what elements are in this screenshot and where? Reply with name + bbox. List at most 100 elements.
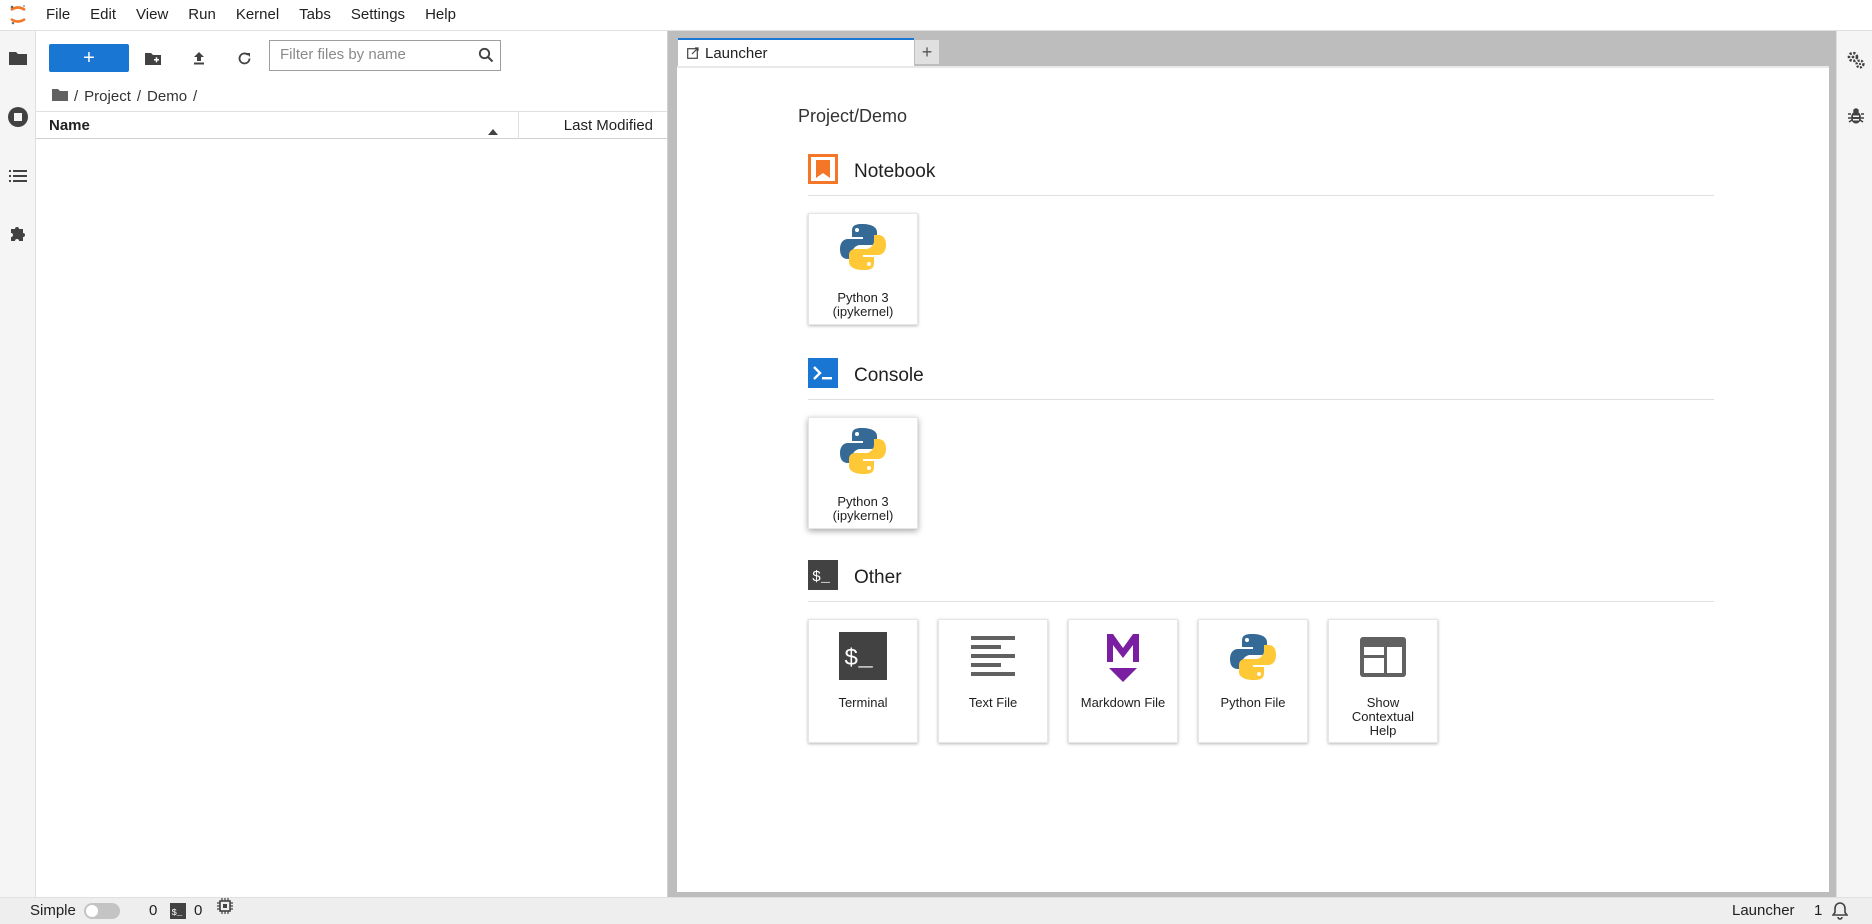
notifications-count: 1 bbox=[1814, 902, 1823, 919]
svg-text:$_: $_ bbox=[812, 569, 831, 586]
launcher-current-directory: Project/Demo bbox=[798, 106, 908, 126]
card-label-line2: (ipykernel) bbox=[832, 304, 894, 319]
debugger-icon[interactable] bbox=[1843, 103, 1869, 129]
root-folder-icon[interactable] bbox=[52, 88, 68, 105]
left-activity-bar bbox=[0, 31, 36, 897]
active-document-status: Launcher bbox=[1732, 898, 1795, 924]
refresh-icon[interactable] bbox=[231, 45, 257, 71]
launcher-card-notebook-python3[interactable]: Python 3 (ipykernel) bbox=[808, 213, 918, 325]
section-divider bbox=[808, 399, 1714, 400]
terminals-count: 0 bbox=[194, 902, 203, 919]
simple-mode-label: Simple bbox=[30, 902, 76, 919]
python-logo-icon bbox=[809, 426, 917, 476]
launcher-card-contextual-help[interactable]: Show Contextual Help bbox=[1328, 619, 1438, 743]
markdown-icon bbox=[1069, 632, 1177, 684]
card-label-line1: Python 3 bbox=[837, 494, 889, 509]
section-title-console: Console bbox=[854, 364, 924, 386]
tab-launcher-label: Launcher bbox=[705, 44, 768, 62]
cpu-icon[interactable] bbox=[217, 898, 233, 914]
table-of-contents-icon[interactable] bbox=[5, 163, 31, 189]
card-label-python-file: Python File bbox=[1220, 695, 1286, 710]
running-kernels-icon[interactable] bbox=[5, 104, 31, 130]
filter-files-input[interactable] bbox=[270, 41, 470, 68]
launcher-card-markdown-file[interactable]: Markdown File bbox=[1068, 619, 1178, 743]
terminal-status[interactable]: $_ 0 bbox=[170, 898, 202, 924]
upload-icon[interactable] bbox=[186, 45, 212, 71]
kernel-status[interactable]: 0 bbox=[149, 898, 157, 924]
launcher-card-text-file[interactable]: Text File bbox=[938, 619, 1048, 743]
svg-text:$_: $_ bbox=[844, 646, 873, 673]
status-bar: Simple 0 $_ 0 Launcher 1 bbox=[0, 897, 1872, 924]
card-label-line2: Contextual bbox=[1351, 709, 1415, 724]
card-label-line3: Help bbox=[1369, 723, 1397, 738]
console-section-icon bbox=[808, 358, 838, 393]
launcher-panel: Project/Demo Notebook Python 3 (ipykerne… bbox=[677, 66, 1829, 892]
search-icon bbox=[478, 47, 494, 68]
section-divider bbox=[808, 195, 1714, 196]
menu-file[interactable]: File bbox=[36, 0, 80, 30]
filter-files-field[interactable] bbox=[269, 40, 501, 71]
sort-ascending-icon[interactable] bbox=[488, 122, 498, 139]
breadcrumb-project[interactable]: Project bbox=[84, 88, 131, 105]
file-listing-header: Name Last Modified bbox=[36, 111, 667, 139]
contextual-help-icon bbox=[1329, 636, 1437, 678]
terminal-icon: $_ bbox=[809, 632, 917, 680]
card-label-line2: (ipykernel) bbox=[832, 508, 894, 523]
column-header-last-modified[interactable]: Last Modified bbox=[564, 112, 653, 139]
card-label-line1: Show bbox=[1366, 695, 1400, 710]
python-logo-icon bbox=[809, 222, 917, 272]
tab-launcher[interactable]: Launcher bbox=[678, 38, 914, 66]
section-console: Console bbox=[808, 358, 924, 393]
simple-mode-toggle[interactable] bbox=[83, 903, 120, 919]
card-label-text-file: Text File bbox=[968, 695, 1018, 710]
menu-edit[interactable]: Edit bbox=[80, 0, 126, 30]
section-notebook: Notebook bbox=[808, 154, 935, 189]
launcher-card-python-file[interactable]: Python File bbox=[1198, 619, 1308, 743]
folder-icon[interactable] bbox=[5, 45, 31, 71]
extensions-icon[interactable] bbox=[5, 221, 31, 247]
new-folder-icon[interactable] bbox=[140, 45, 166, 71]
launcher-icon bbox=[687, 47, 699, 59]
kernels-count: 0 bbox=[149, 902, 158, 919]
notifications-status[interactable]: 1 bbox=[1814, 898, 1849, 924]
jupyter-logo-icon bbox=[0, 0, 36, 30]
active-document-label: Launcher bbox=[1732, 902, 1795, 919]
menu-bar: File Edit View Run Kernel Tabs Settings … bbox=[0, 0, 1872, 31]
file-browser: + / Project / Demo / Name Last bbox=[36, 31, 668, 897]
breadcrumb-separator: / bbox=[136, 87, 142, 105]
terminal-status-icon: $_ bbox=[170, 903, 186, 919]
new-tab-button[interactable]: + bbox=[914, 39, 940, 65]
menu-run[interactable]: Run bbox=[178, 0, 226, 30]
breadcrumb: / Project / Demo / bbox=[52, 81, 203, 111]
breadcrumb-separator: / bbox=[74, 87, 79, 105]
menu-kernel[interactable]: Kernel bbox=[226, 0, 289, 30]
launcher-card-terminal[interactable]: $_ Terminal bbox=[808, 619, 918, 743]
card-label-line1: Python 3 bbox=[837, 290, 889, 305]
column-header-name[interactable]: Name bbox=[49, 112, 90, 139]
new-launcher-button[interactable]: + bbox=[49, 44, 129, 72]
card-label-markdown-file: Markdown File bbox=[1080, 695, 1166, 710]
menu-view[interactable]: View bbox=[126, 0, 178, 30]
main-dock-area: Launcher + Project/Demo Notebook Python … bbox=[668, 31, 1836, 897]
section-divider bbox=[808, 601, 1714, 602]
menu-help[interactable]: Help bbox=[415, 0, 466, 30]
simple-mode-control[interactable]: Simple bbox=[30, 898, 120, 924]
breadcrumb-separator: / bbox=[193, 87, 198, 105]
launcher-card-console-python3[interactable]: Python 3 (ipykernel) bbox=[808, 417, 918, 529]
python-logo-icon bbox=[1199, 632, 1307, 682]
right-activity-bar bbox=[1836, 31, 1872, 897]
tab-bar: Launcher + bbox=[668, 31, 1836, 66]
svg-text:$_: $_ bbox=[172, 908, 183, 918]
breadcrumb-demo[interactable]: Demo bbox=[147, 88, 187, 105]
section-other: $_ Other bbox=[808, 560, 902, 595]
menu-tabs[interactable]: Tabs bbox=[289, 0, 341, 30]
file-browser-toolbar: + bbox=[36, 31, 667, 81]
section-title-other: Other bbox=[854, 566, 902, 588]
property-inspector-icon[interactable] bbox=[1843, 47, 1869, 73]
section-title-notebook: Notebook bbox=[854, 160, 936, 182]
column-divider[interactable] bbox=[518, 112, 519, 139]
text-file-icon bbox=[939, 634, 1047, 680]
card-label-terminal: Terminal bbox=[838, 695, 888, 710]
notebook-section-icon bbox=[808, 154, 838, 189]
menu-settings[interactable]: Settings bbox=[341, 0, 415, 30]
